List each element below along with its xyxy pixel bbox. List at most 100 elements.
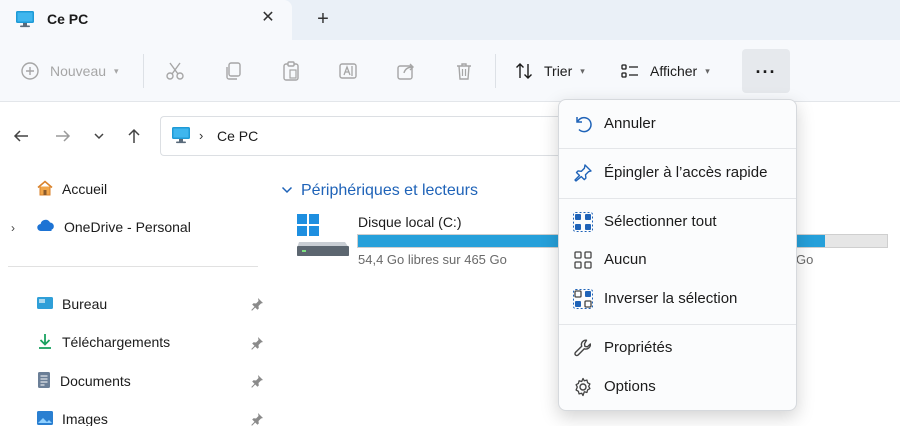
back-button[interactable] — [10, 126, 32, 148]
group-header-devices[interactable]: Périphériques et lecteurs — [281, 182, 478, 200]
rename-button[interactable] — [337, 54, 359, 88]
home-icon — [36, 179, 54, 200]
sidebar-item-documents[interactable]: Documents — [36, 369, 131, 393]
sort-button-label: Trier — [544, 63, 573, 79]
view-button[interactable]: Afficher ▾ — [620, 54, 710, 88]
sidebar-item-accueil[interactable]: Accueil — [36, 177, 107, 201]
menu-item-options[interactable]: Options — [563, 369, 794, 405]
sort-button[interactable]: Trier ▾ — [514, 54, 585, 88]
menu-item-label: Épingler à l’accès rapide — [604, 164, 768, 181]
pin-icon — [573, 163, 593, 183]
view-button-label: Afficher — [650, 63, 698, 79]
new-button[interactable]: Nouveau ▾ — [20, 54, 119, 88]
delete-button[interactable] — [453, 54, 475, 88]
sidebar-divider — [8, 266, 258, 267]
drive-free-space-tail: Go — [796, 252, 814, 267]
breadcrumb-ce-pc[interactable]: Ce PC — [217, 128, 258, 144]
sidebar-item-label: Documents — [60, 373, 131, 389]
menu-item-properties[interactable]: Propriétés — [563, 330, 794, 366]
select-all-icon — [573, 212, 593, 232]
menu-separator — [559, 148, 796, 149]
share-icon — [395, 60, 417, 82]
download-icon — [36, 332, 54, 353]
documents-icon — [36, 371, 52, 392]
sidebar-item-telechargements[interactable]: Téléchargements — [36, 330, 170, 354]
group-title: Périphériques et lecteurs — [301, 182, 478, 199]
wrench-icon — [573, 338, 593, 358]
gear-icon — [573, 377, 593, 397]
computer-icon — [15, 10, 35, 31]
copy-button[interactable] — [222, 54, 244, 88]
share-button[interactable] — [395, 54, 417, 88]
desktop-folder-icon — [36, 295, 54, 314]
sidebar-item-label: OneDrive - Personal — [64, 219, 191, 235]
drive-name[interactable]: Disque local (C:) — [358, 214, 461, 230]
rename-icon — [337, 60, 359, 82]
chevron-down-icon — [92, 129, 106, 146]
view-list-icon — [620, 61, 640, 81]
forward-button[interactable] — [52, 126, 74, 148]
breadcrumb-separator[interactable]: › — [199, 128, 203, 143]
chevron-down-icon: ▾ — [580, 65, 585, 76]
cut-button[interactable] — [164, 54, 186, 88]
close-tab-button[interactable]: ✕ — [258, 8, 278, 28]
menu-item-select-none[interactable]: Aucun — [563, 242, 794, 278]
toolbar-separator — [143, 54, 144, 88]
sidebar-item-label: Bureau — [62, 296, 108, 312]
menu-item-invert-selection[interactable]: Inverser la sélection — [563, 281, 794, 317]
scissors-icon — [164, 60, 186, 82]
drive-icon[interactable] — [296, 212, 352, 261]
menu-item-annuler[interactable]: Annuler — [563, 106, 794, 142]
chevron-down-icon: ▾ — [705, 65, 710, 76]
sidebar-item-onedrive[interactable]: OneDrive - Personal — [36, 215, 191, 239]
new-tab-button[interactable]: + — [312, 8, 334, 30]
paste-button[interactable] — [280, 54, 302, 88]
select-none-icon — [573, 250, 593, 270]
arrow-up-icon — [125, 127, 143, 148]
sidebar-item-label: Accueil — [62, 181, 108, 197]
menu-item-label: Aucun — [604, 251, 647, 268]
up-button[interactable] — [123, 126, 145, 148]
computer-icon — [171, 126, 191, 147]
menu-item-select-all[interactable]: Sélectionner tout — [563, 204, 794, 240]
chevron-right-icon[interactable]: › — [11, 221, 15, 235]
menu-item-label: Propriétés — [604, 339, 673, 356]
sort-icon — [514, 61, 534, 81]
menu-item-pin-quick-access[interactable]: Épingler à l’accès rapide — [563, 155, 794, 191]
pin-icon[interactable] — [250, 297, 264, 311]
copy-icon — [222, 60, 244, 82]
sidebar-item-label: Images — [62, 411, 108, 426]
address-bar[interactable]: › Ce PC — [160, 116, 580, 156]
more-icon: ... — [755, 56, 777, 77]
see-more-button[interactable]: ... — [742, 49, 790, 93]
sidebar-item-images[interactable]: Images — [36, 407, 108, 426]
images-icon — [36, 410, 54, 426]
invert-selection-icon — [573, 289, 593, 309]
pin-icon[interactable] — [250, 336, 264, 350]
sidebar-item-label: Téléchargements — [62, 334, 171, 350]
tab-bar: Ce PC ✕ + — [0, 0, 900, 40]
cloud-icon — [36, 218, 56, 237]
trash-icon — [453, 60, 475, 82]
recent-locations-button[interactable] — [88, 126, 110, 148]
clipboard-icon — [280, 60, 302, 82]
chevron-down-icon: ▾ — [114, 65, 119, 76]
menu-item-label: Annuler — [604, 115, 656, 132]
menu-item-label: Sélectionner tout — [604, 213, 717, 230]
new-button-label: Nouveau — [50, 63, 107, 79]
menu-item-label: Inverser la sélection — [604, 290, 738, 307]
arrow-left-icon — [12, 127, 30, 148]
plus-circle-icon — [20, 61, 40, 81]
tab-title: Ce PC — [47, 11, 89, 27]
tab-ce-pc[interactable]: Ce PC ✕ — [0, 0, 292, 40]
undo-icon — [573, 114, 593, 134]
drive-free-space: 54,4 Go libres sur 465 Go — [358, 252, 507, 267]
sidebar-item-bureau[interactable]: Bureau — [36, 292, 107, 316]
menu-item-label: Options — [604, 378, 656, 395]
menu-separator — [559, 324, 796, 325]
see-more-menu: Annuler Épingler à l’accès rapide Sélect… — [558, 99, 797, 411]
pin-icon[interactable] — [250, 374, 264, 388]
arrow-right-icon — [54, 127, 72, 148]
menu-separator — [559, 198, 796, 199]
pin-icon[interactable] — [250, 412, 264, 426]
